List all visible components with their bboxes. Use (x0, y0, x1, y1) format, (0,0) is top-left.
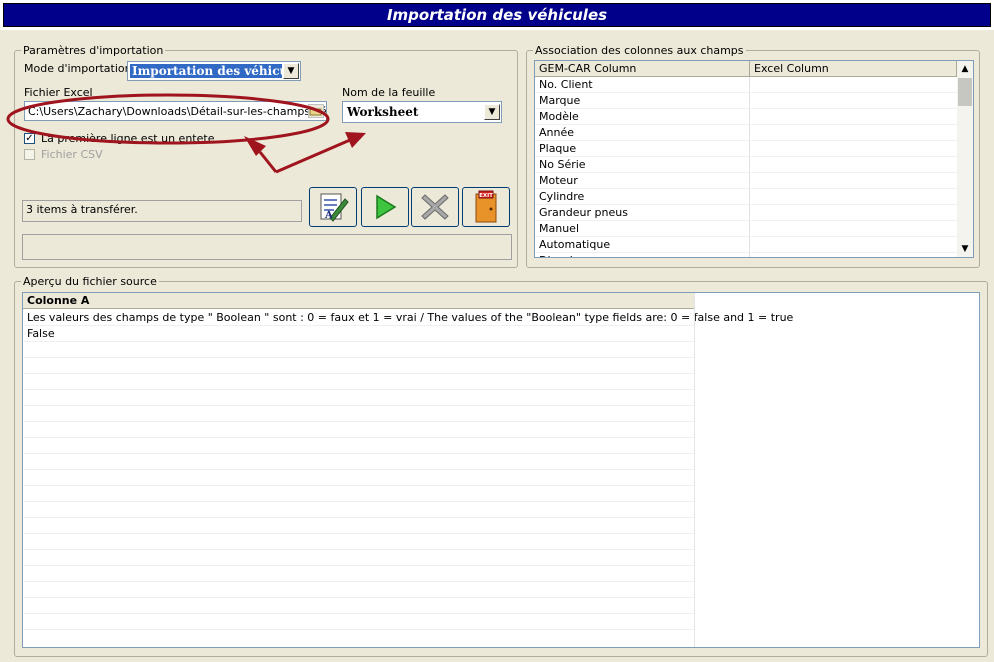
import-mode-value: Importation des véhicules (130, 64, 282, 78)
preview-row[interactable] (23, 438, 695, 454)
mapping-row-excel-column[interactable] (750, 77, 957, 93)
svg-text:A: A (324, 210, 333, 221)
preview-grid[interactable]: Colonne A Les valeurs des champs de type… (22, 292, 980, 648)
preview-header-column-a[interactable]: Colonne A (23, 293, 695, 309)
preview-row[interactable] (23, 582, 695, 598)
import-params-legend: Paramètres d'importation (23, 44, 164, 57)
mapping-row-excel-column[interactable] (750, 205, 957, 221)
mapping-row-field[interactable]: Manuel (535, 221, 750, 237)
preview-row[interactable] (23, 470, 695, 486)
preview-row[interactable] (23, 374, 695, 390)
browse-folder-icon[interactable] (308, 104, 324, 118)
first-row-header-checkbox[interactable]: ✓ (24, 133, 35, 144)
window-title-bar: Importation des véhicules (0, 0, 994, 30)
exit-icon: EXIT (475, 190, 497, 223)
mapping-row-excel-column[interactable] (750, 253, 957, 257)
mapping-legend: Association des colonnes aux champs (535, 44, 744, 57)
mapping-row-field[interactable]: Diesel (535, 253, 750, 257)
mapping-row-field[interactable]: Cylindre (535, 189, 750, 205)
cancel-button[interactable] (411, 187, 459, 227)
mapping-row-excel-column[interactable] (750, 189, 957, 205)
status-message: 3 items à transférer. (22, 200, 302, 222)
chevron-down-icon[interactable]: ▼ (484, 104, 500, 120)
mapping-row-excel-column[interactable] (750, 157, 957, 173)
sheet-name-label: Nom de la feuille (342, 86, 436, 99)
preview-row[interactable] (23, 422, 695, 438)
first-row-header-label: La première ligne est un entete (41, 132, 215, 145)
mapping-row-field[interactable]: No Série (535, 157, 750, 173)
preview-row[interactable] (23, 486, 695, 502)
mapping-row-field[interactable]: Moteur (535, 173, 750, 189)
mapping-row-excel-column[interactable] (750, 125, 957, 141)
preview-row[interactable]: False (23, 326, 695, 342)
exit-button[interactable]: EXIT (462, 187, 510, 227)
preview-row[interactable] (23, 502, 695, 518)
excel-file-path: C:\Users\Zachary\Downloads\Détail-sur-le… (28, 105, 327, 118)
preview-row[interactable] (23, 342, 695, 358)
preview-row[interactable] (23, 390, 695, 406)
cancel-icon (421, 194, 449, 220)
scroll-down-icon[interactable]: ▼ (957, 241, 973, 257)
edit-mapping-icon: A (320, 193, 349, 222)
import-mode-label: Mode d'importation (24, 62, 132, 75)
excel-file-label: Fichier Excel (24, 86, 93, 99)
mapping-row-excel-column[interactable] (750, 221, 957, 237)
mapping-row-field[interactable]: Année (535, 125, 750, 141)
sheet-name-select[interactable]: Worksheet ▼ (342, 101, 502, 123)
mapping-row-excel-column[interactable] (750, 173, 957, 189)
chevron-down-icon[interactable]: ▼ (283, 63, 299, 79)
csv-file-checkbox[interactable] (24, 149, 35, 160)
mapping-grid[interactable]: GEM-CAR Column Excel Column No. Client Ma… (534, 60, 974, 258)
import-mode-select[interactable]: Importation des véhicules ▼ (127, 61, 301, 81)
mapping-row-excel-column[interactable] (750, 93, 957, 109)
preview-legend: Aperçu du fichier source (23, 275, 157, 288)
preview-row[interactable] (23, 358, 695, 374)
preview-row[interactable] (23, 406, 695, 422)
mapping-row-excel-column[interactable] (750, 109, 957, 125)
preview-row[interactable] (23, 454, 695, 470)
csv-file-label: Fichier CSV (41, 148, 103, 161)
mapping-row-field[interactable]: Automatique (535, 237, 750, 253)
sheet-name-value: Worksheet (347, 105, 419, 119)
progress-bar (22, 234, 512, 260)
exit-sign-label: EXIT (479, 193, 493, 199)
mapping-row-field[interactable]: Plaque (535, 141, 750, 157)
run-import-button[interactable] (361, 187, 409, 227)
mapping-scrollbar[interactable]: ▲ ▼ (957, 61, 973, 257)
preview-row[interactable] (23, 566, 695, 582)
title-banner: Importation des véhicules (3, 3, 991, 27)
preview-row[interactable] (23, 614, 695, 630)
mapping-row-field[interactable]: Grandeur pneus (535, 205, 750, 221)
mapping-row-field[interactable]: Marque (535, 93, 750, 109)
window-title: Importation des véhicules (386, 6, 608, 24)
run-import-icon (376, 194, 397, 220)
mapping-row-field[interactable]: No. Client (535, 77, 750, 93)
scroll-thumb[interactable] (958, 78, 972, 106)
preview-row[interactable] (23, 550, 695, 566)
mapping-row-field[interactable]: Modèle (535, 109, 750, 125)
scroll-up-icon[interactable]: ▲ (957, 61, 973, 77)
preview-row[interactable] (23, 518, 695, 534)
mapping-row-excel-column[interactable] (750, 237, 957, 253)
mapping-header-excel[interactable]: Excel Column (750, 61, 957, 77)
mapping-header-gemcar[interactable]: GEM-CAR Column (535, 61, 750, 77)
preview-row[interactable] (23, 598, 695, 614)
preview-row[interactable] (23, 534, 695, 550)
edit-mapping-button[interactable]: A (309, 187, 357, 227)
mapping-row-excel-column[interactable] (750, 141, 957, 157)
preview-row[interactable]: Les valeurs des champs de type " Boolean… (23, 310, 793, 326)
excel-file-input[interactable]: C:\Users\Zachary\Downloads\Détail-sur-le… (24, 101, 327, 121)
